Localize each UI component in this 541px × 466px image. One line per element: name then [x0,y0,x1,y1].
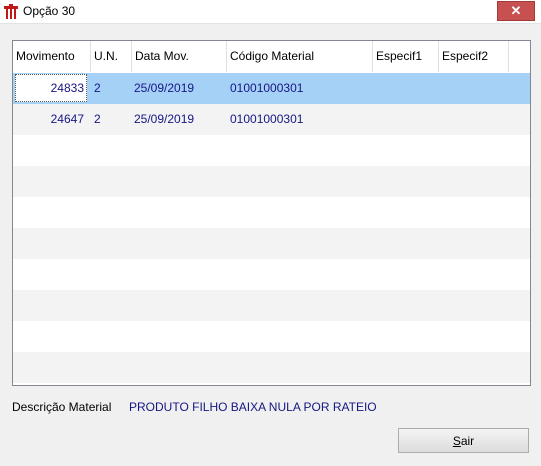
empty-row [13,197,530,228]
sair-button[interactable]: Sair [398,428,529,453]
empty-row [13,290,530,321]
column-header-especif2[interactable]: Especif2 [439,41,509,72]
cell-codigo-material: 01001000301 [230,112,304,126]
column-header-codigo-material[interactable]: Código Material [227,41,373,72]
descricao-material-value: PRODUTO FILHO BAIXA NULA POR RATEIO [129,400,377,414]
empty-row [13,259,530,290]
cell-data-mov: 25/09/2019 [134,112,195,126]
empty-row [13,321,530,352]
table-row[interactable]: 24833 2 25/09/2019 01001000301 [13,73,530,104]
cell-un: 2 [94,81,101,95]
cell-codigo-material: 01001000301 [230,81,304,95]
empty-row [13,166,530,197]
sair-mnemonic: S [452,433,461,448]
close-button[interactable]: ✕ [497,1,535,21]
cell-un: 2 [94,112,101,126]
cell-data-mov: 25/09/2019 [134,81,195,95]
table-row[interactable]: 24647 2 25/09/2019 01001000301 [13,104,530,135]
cell-especif1 [376,104,439,135]
column-header-especif1[interactable]: Especif1 [373,41,439,72]
app-logo-icon [3,4,19,20]
cell-movimento: 24833 [50,81,84,95]
column-header-movimento[interactable]: Movimento [13,41,91,72]
column-header-data-mov[interactable]: Data Mov. [132,41,227,72]
empty-row [13,352,530,383]
sair-label: air [460,433,475,448]
title-bar: Opção 30 ✕ [0,0,541,24]
column-header-un[interactable]: U.N. [91,41,132,72]
cell-especif1 [376,73,439,104]
grid-header: Movimento U.N. Data Mov. Código Material… [13,41,530,72]
window-title: Opção 30 [23,4,76,18]
cell-especif2 [442,104,509,135]
records-grid[interactable]: Movimento U.N. Data Mov. Código Material… [12,40,531,386]
cell-especif2 [442,73,509,104]
empty-row [13,228,530,259]
empty-row [13,135,530,166]
descricao-material-label: Descrição Material [12,400,112,414]
close-icon: ✕ [510,3,522,18]
cell-movimento: 24647 [50,112,84,126]
